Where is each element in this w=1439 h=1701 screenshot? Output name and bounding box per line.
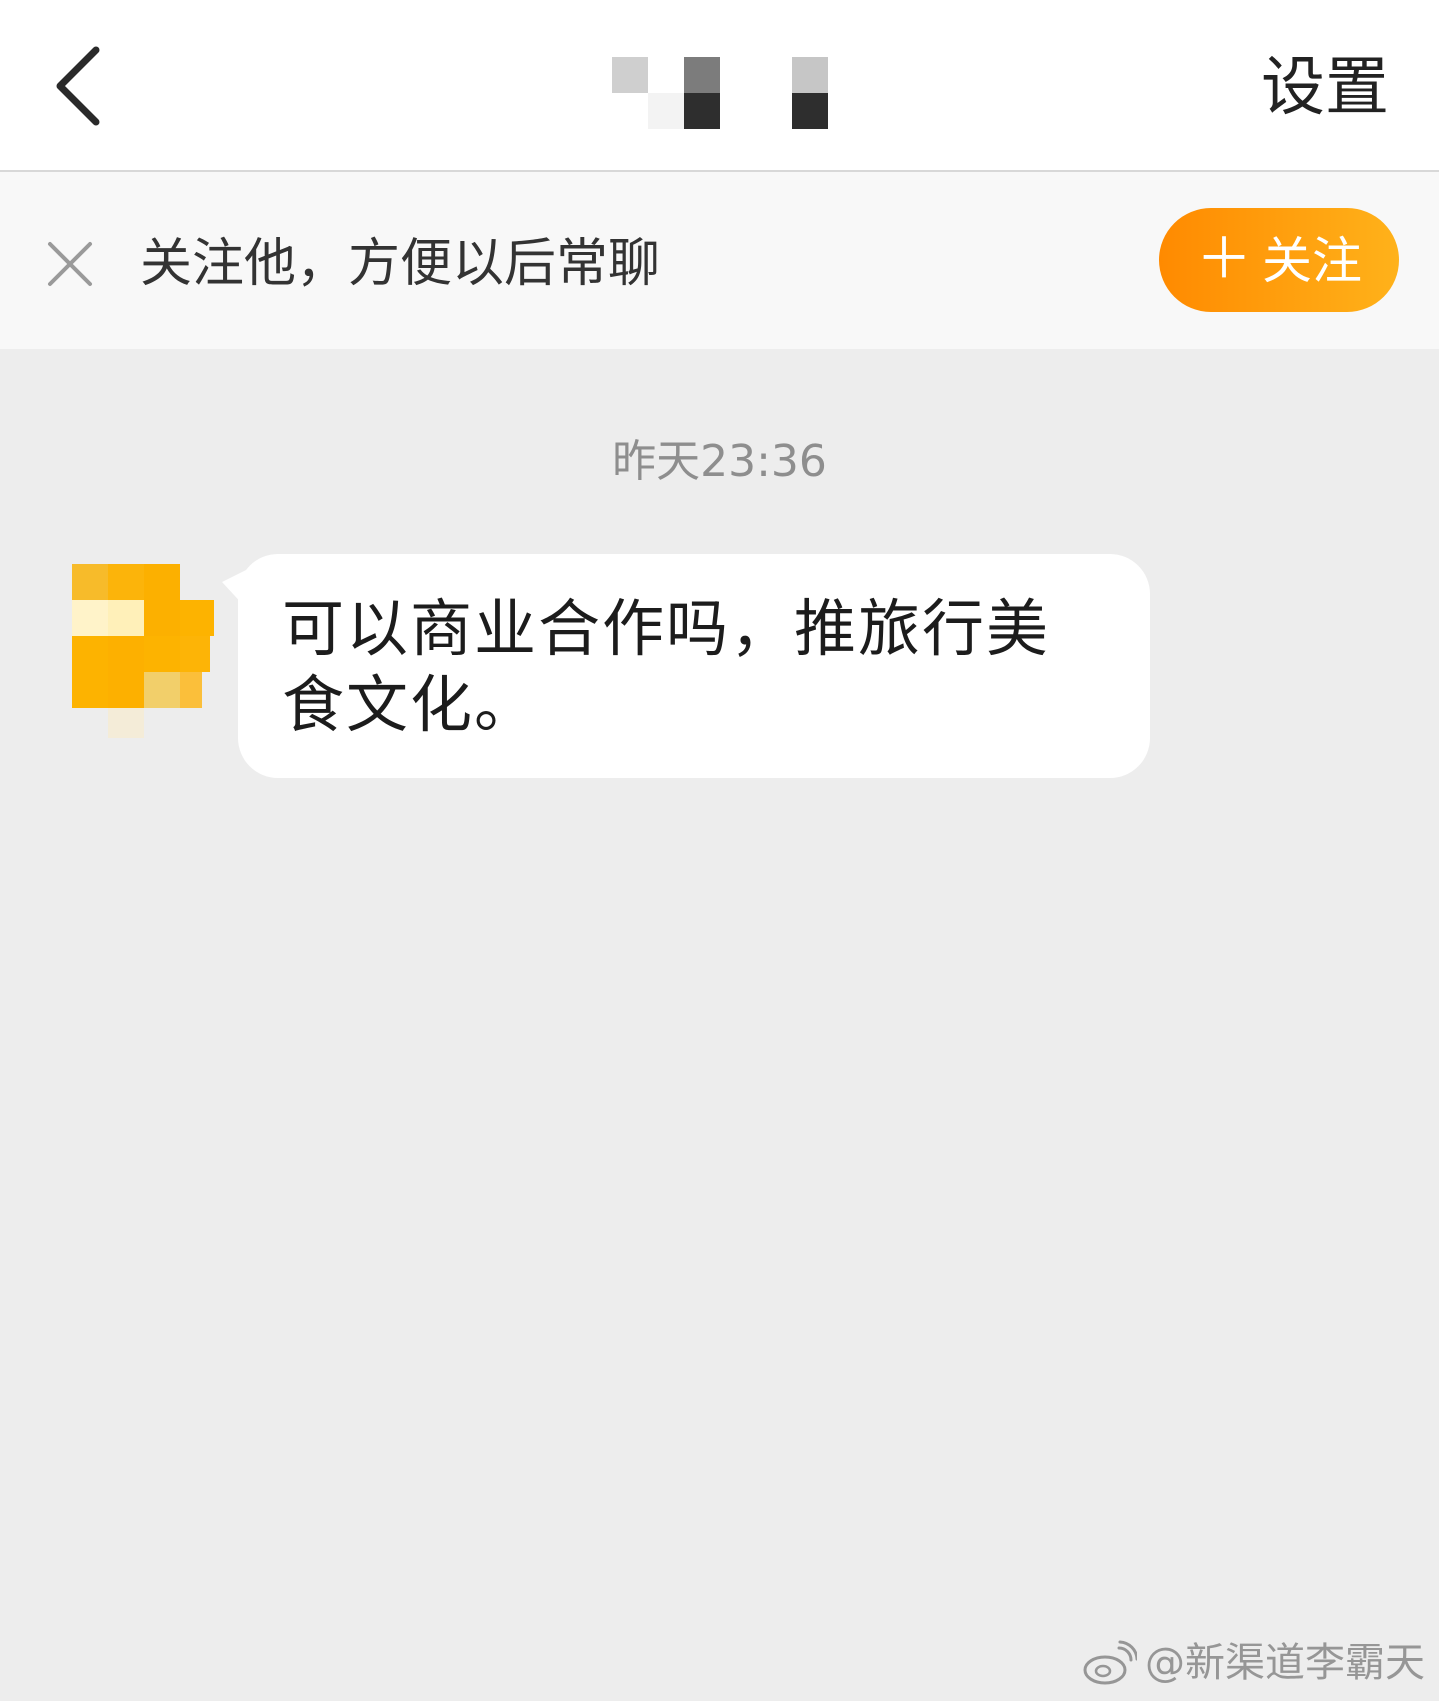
follow-hint-text: 关注他，方便以后常聊: [140, 234, 661, 294]
close-icon: [48, 242, 92, 286]
watermark-text: @新渠道李霸天: [1145, 1640, 1425, 1686]
weibo-logo-icon: [1083, 1640, 1137, 1685]
follow-button-label: 关注: [1262, 232, 1362, 290]
watermark: @新渠道李霸天: [1081, 1637, 1425, 1689]
chat-title-redacted: [612, 57, 828, 129]
dismiss-follow-bar-button[interactable]: [44, 238, 96, 290]
settings-button[interactable]: 设置: [1261, 48, 1389, 128]
plus-icon: ＋: [1196, 227, 1252, 292]
back-button[interactable]: [40, 36, 120, 136]
top-navigation-bar: 设置: [0, 0, 1439, 172]
message-text: 可以商业合作吗，推旅行美食文化。: [282, 592, 1051, 741]
message-timestamp: 昨天23:36: [612, 436, 827, 487]
avatar[interactable]: [34, 560, 214, 746]
follow-button[interactable]: ＋关注: [1159, 208, 1399, 312]
message-bubble[interactable]: 可以商业合作吗，推旅行美食文化。: [238, 554, 1150, 778]
chevron-left-icon: [56, 46, 100, 126]
